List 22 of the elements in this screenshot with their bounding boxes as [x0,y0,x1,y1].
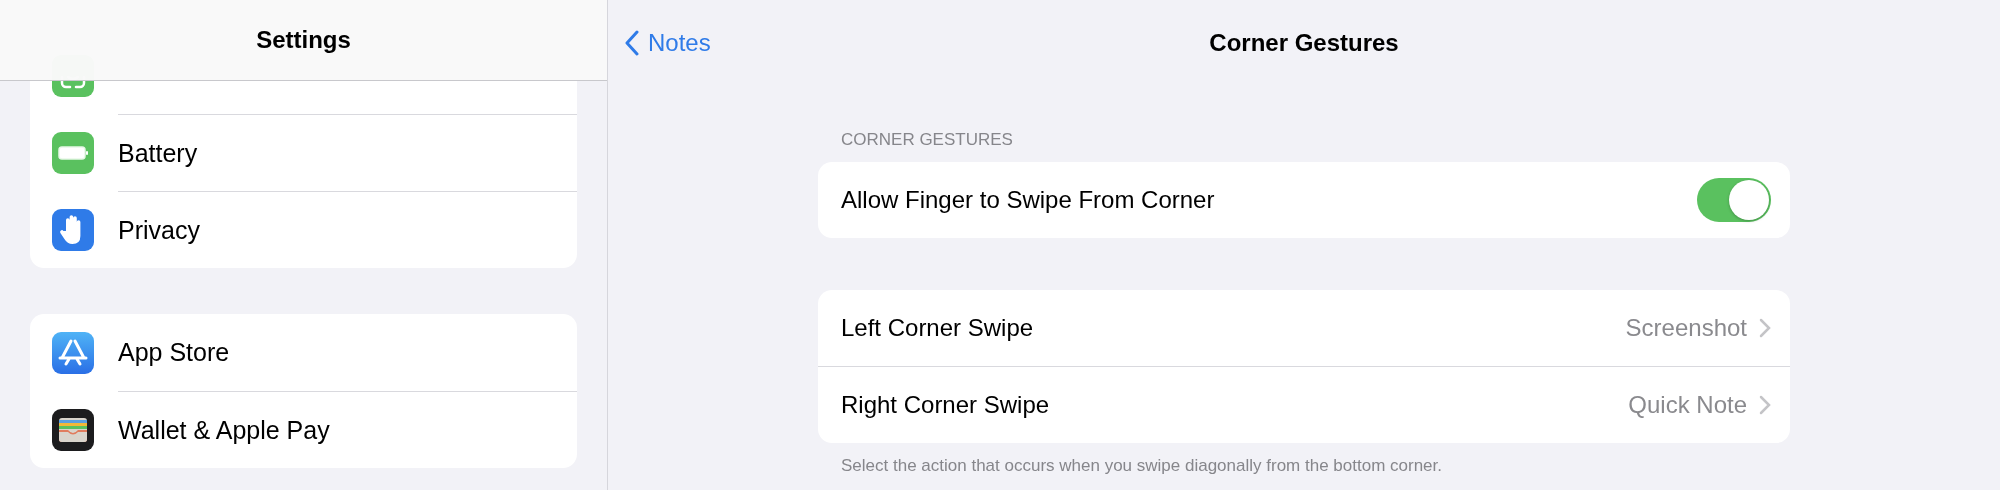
hand-icon [52,208,94,251]
toggle-switch[interactable] [1697,178,1771,222]
row-value: Quick Note [1628,391,1747,419]
settings-item[interactable]: App Store [118,338,230,367]
footer-note: Select the action that occurs when you swipe diagonally from the bottom corner. [840,455,1443,476]
section-header: CORNER GESTURES [840,130,1014,150]
back-button[interactable]: Notes [624,29,711,57]
settings-item[interactable]: Wallet & Apple Pay [118,415,330,445]
app-store-icon [52,331,94,374]
wallet-icon [52,408,94,451]
chevron-icon [1759,395,1771,415]
chevron-icon [1759,318,1771,338]
battery-icon [52,131,94,174]
settings-item[interactable]: Battery [118,138,198,168]
toggle-label: Allow Finger to Swipe From Corner [841,186,1216,214]
row-value: Screenshot [1625,314,1747,342]
row-label[interactable]: Left Corner Swipe [841,314,1626,342]
sidebar-title: Settings [256,26,351,54]
page-title: Corner Gestures [1209,29,1399,57]
back-chevron-icon [624,30,640,56]
row-label[interactable]: Right Corner Swipe [841,391,1629,419]
settings-item[interactable]: Privacy [118,215,200,245]
